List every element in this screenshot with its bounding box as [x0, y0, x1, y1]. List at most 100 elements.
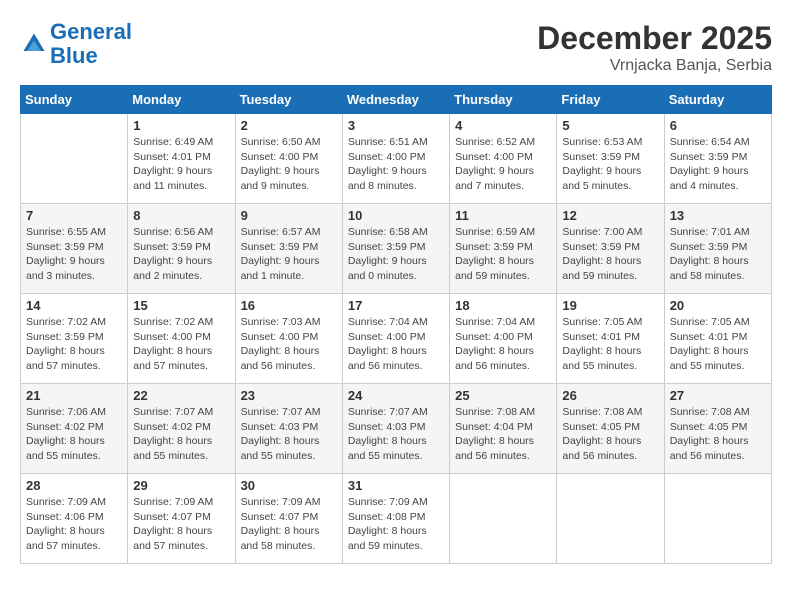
day-info: Sunrise: 6:52 AM Sunset: 4:00 PM Dayligh…	[455, 135, 551, 194]
day-info: Sunrise: 7:05 AM Sunset: 4:01 PM Dayligh…	[670, 315, 766, 374]
day-info: Sunrise: 6:57 AM Sunset: 3:59 PM Dayligh…	[241, 225, 337, 284]
logo-line2: Blue	[50, 43, 98, 68]
day-number: 16	[241, 298, 337, 313]
day-info: Sunrise: 7:08 AM Sunset: 4:05 PM Dayligh…	[670, 405, 766, 464]
weekday-header-wednesday: Wednesday	[342, 86, 449, 114]
day-number: 18	[455, 298, 551, 313]
day-number: 31	[348, 478, 444, 493]
week-row-2: 7Sunrise: 6:55 AM Sunset: 3:59 PM Daylig…	[21, 204, 772, 294]
logo-line1: General	[50, 19, 132, 44]
day-info: Sunrise: 7:09 AM Sunset: 4:07 PM Dayligh…	[241, 495, 337, 554]
day-number: 8	[133, 208, 229, 223]
day-number: 4	[455, 118, 551, 133]
day-number: 23	[241, 388, 337, 403]
weekday-header-row: SundayMondayTuesdayWednesdayThursdayFrid…	[21, 86, 772, 114]
day-info: Sunrise: 7:07 AM Sunset: 4:03 PM Dayligh…	[241, 405, 337, 464]
day-info: Sunrise: 7:09 AM Sunset: 4:06 PM Dayligh…	[26, 495, 122, 554]
calendar-cell: 20 Sunrise: 7:05 AM Sunset: 4:01 PM Dayli…	[664, 294, 771, 384]
calendar-table: SundayMondayTuesdayWednesdayThursdayFrid…	[20, 85, 772, 564]
calendar-cell: 12 Sunrise: 7:00 AM Sunset: 3:59 PM Dayli…	[557, 204, 664, 294]
day-number: 20	[670, 298, 766, 313]
day-number: 11	[455, 208, 551, 223]
calendar-cell: 7Sunrise: 6:55 AM Sunset: 3:59 PM Daylig…	[21, 204, 128, 294]
calendar-cell: 11 Sunrise: 6:59 AM Sunset: 3:59 PM Dayli…	[450, 204, 557, 294]
day-number: 6	[670, 118, 766, 133]
day-info: Sunrise: 7:06 AM Sunset: 4:02 PM Dayligh…	[26, 405, 122, 464]
day-number: 24	[348, 388, 444, 403]
calendar-cell: 23 Sunrise: 7:07 AM Sunset: 4:03 PM Dayli…	[235, 384, 342, 474]
day-info: Sunrise: 6:59 AM Sunset: 3:59 PM Dayligh…	[455, 225, 551, 284]
day-info: Sunrise: 7:07 AM Sunset: 4:02 PM Dayligh…	[133, 405, 229, 464]
calendar-cell: 16 Sunrise: 7:03 AM Sunset: 4:00 PM Dayli…	[235, 294, 342, 384]
day-info: Sunrise: 7:09 AM Sunset: 4:08 PM Dayligh…	[348, 495, 444, 554]
day-number: 22	[133, 388, 229, 403]
day-info: Sunrise: 7:04 AM Sunset: 4:00 PM Dayligh…	[348, 315, 444, 374]
calendar-cell	[664, 474, 771, 564]
day-info: Sunrise: 7:05 AM Sunset: 4:01 PM Dayligh…	[562, 315, 658, 374]
calendar-cell: 30 Sunrise: 7:09 AM Sunset: 4:07 PM Dayli…	[235, 474, 342, 564]
calendar-cell: 28Sunrise: 7:09 AM Sunset: 4:06 PM Dayli…	[21, 474, 128, 564]
calendar-cell	[557, 474, 664, 564]
weekday-header-thursday: Thursday	[450, 86, 557, 114]
day-number: 5	[562, 118, 658, 133]
day-number: 9	[241, 208, 337, 223]
calendar-cell: 15Sunrise: 7:02 AM Sunset: 4:00 PM Dayli…	[128, 294, 235, 384]
page-subtitle: Vrnjacka Banja, Serbia	[537, 57, 772, 75]
weekday-header-tuesday: Tuesday	[235, 86, 342, 114]
day-info: Sunrise: 7:08 AM Sunset: 4:05 PM Dayligh…	[562, 405, 658, 464]
day-number: 21	[26, 388, 122, 403]
weekday-header-friday: Friday	[557, 86, 664, 114]
calendar-cell	[21, 114, 128, 204]
day-info: Sunrise: 6:56 AM Sunset: 3:59 PM Dayligh…	[133, 225, 229, 284]
day-number: 14	[26, 298, 122, 313]
calendar-cell: 3Sunrise: 6:51 AM Sunset: 4:00 PM Daylig…	[342, 114, 449, 204]
calendar-cell: 17 Sunrise: 7:04 AM Sunset: 4:00 PM Dayli…	[342, 294, 449, 384]
week-row-1: 1 Sunrise: 6:49 AM Sunset: 4:01 PM Daylig…	[21, 114, 772, 204]
day-number: 30	[241, 478, 337, 493]
calendar-cell: 27 Sunrise: 7:08 AM Sunset: 4:05 PM Dayli…	[664, 384, 771, 474]
calendar-cell: 25 Sunrise: 7:08 AM Sunset: 4:04 PM Dayli…	[450, 384, 557, 474]
calendar-cell: 6Sunrise: 6:54 AM Sunset: 3:59 PM Daylig…	[664, 114, 771, 204]
calendar-cell	[450, 474, 557, 564]
calendar-cell: 1 Sunrise: 6:49 AM Sunset: 4:01 PM Daylig…	[128, 114, 235, 204]
calendar-cell: 9 Sunrise: 6:57 AM Sunset: 3:59 PM Daylig…	[235, 204, 342, 294]
day-number: 2	[241, 118, 337, 133]
day-number: 25	[455, 388, 551, 403]
calendar-cell: 31 Sunrise: 7:09 AM Sunset: 4:08 PM Dayli…	[342, 474, 449, 564]
calendar-cell: 22 Sunrise: 7:07 AM Sunset: 4:02 PM Dayli…	[128, 384, 235, 474]
day-info: Sunrise: 6:55 AM Sunset: 3:59 PM Dayligh…	[26, 225, 122, 284]
day-number: 3	[348, 118, 444, 133]
day-info: Sunrise: 7:08 AM Sunset: 4:04 PM Dayligh…	[455, 405, 551, 464]
day-info: Sunrise: 7:03 AM Sunset: 4:00 PM Dayligh…	[241, 315, 337, 374]
day-info: Sunrise: 7:02 AM Sunset: 3:59 PM Dayligh…	[26, 315, 122, 374]
week-row-3: 14 Sunrise: 7:02 AM Sunset: 3:59 PM Dayli…	[21, 294, 772, 384]
day-number: 15	[133, 298, 229, 313]
day-info: Sunrise: 6:49 AM Sunset: 4:01 PM Dayligh…	[133, 135, 229, 194]
calendar-cell: 24 Sunrise: 7:07 AM Sunset: 4:03 PM Dayli…	[342, 384, 449, 474]
day-info: Sunrise: 7:00 AM Sunset: 3:59 PM Dayligh…	[562, 225, 658, 284]
day-info: Sunrise: 6:58 AM Sunset: 3:59 PM Dayligh…	[348, 225, 444, 284]
calendar-cell: 14 Sunrise: 7:02 AM Sunset: 3:59 PM Dayli…	[21, 294, 128, 384]
calendar-cell: 29Sunrise: 7:09 AM Sunset: 4:07 PM Dayli…	[128, 474, 235, 564]
day-info: Sunrise: 7:01 AM Sunset: 3:59 PM Dayligh…	[670, 225, 766, 284]
title-block: December 2025 Vrnjacka Banja, Serbia	[537, 20, 772, 75]
week-row-5: 28Sunrise: 7:09 AM Sunset: 4:06 PM Dayli…	[21, 474, 772, 564]
calendar-cell: 21 Sunrise: 7:06 AM Sunset: 4:02 PM Dayli…	[21, 384, 128, 474]
weekday-header-saturday: Saturday	[664, 86, 771, 114]
day-number: 10	[348, 208, 444, 223]
weekday-header-sunday: Sunday	[21, 86, 128, 114]
day-number: 12	[562, 208, 658, 223]
day-info: Sunrise: 6:53 AM Sunset: 3:59 PM Dayligh…	[562, 135, 658, 194]
calendar-cell: 5 Sunrise: 6:53 AM Sunset: 3:59 PM Daylig…	[557, 114, 664, 204]
page-title: December 2025	[537, 20, 772, 57]
day-info: Sunrise: 7:07 AM Sunset: 4:03 PM Dayligh…	[348, 405, 444, 464]
day-number: 1	[133, 118, 229, 133]
day-number: 27	[670, 388, 766, 403]
calendar-cell: 8 Sunrise: 6:56 AM Sunset: 3:59 PM Daylig…	[128, 204, 235, 294]
day-number: 19	[562, 298, 658, 313]
calendar-cell: 4 Sunrise: 6:52 AM Sunset: 4:00 PM Daylig…	[450, 114, 557, 204]
day-number: 17	[348, 298, 444, 313]
day-info: Sunrise: 6:50 AM Sunset: 4:00 PM Dayligh…	[241, 135, 337, 194]
week-row-4: 21 Sunrise: 7:06 AM Sunset: 4:02 PM Dayli…	[21, 384, 772, 474]
day-number: 29	[133, 478, 229, 493]
